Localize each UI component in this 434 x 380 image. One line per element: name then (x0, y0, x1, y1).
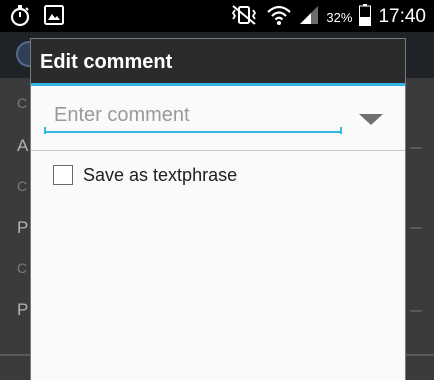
title-accent-line (31, 83, 405, 86)
dialog-title-bar: Edit comment (31, 39, 405, 83)
background-divider (410, 147, 422, 149)
edit-comment-dialog: Edit comment Save as textphrase (30, 38, 406, 380)
comment-dropdown-button[interactable] (353, 107, 389, 131)
background-divider (410, 310, 422, 312)
dialog-divider (31, 150, 405, 151)
stopwatch-icon (10, 5, 30, 31)
save-as-textphrase-label: Save as textphrase (83, 164, 238, 185)
status-bar: 32% 17:40 (0, 0, 434, 32)
signal-icon (299, 5, 319, 29)
dialog-title: Edit comment (40, 51, 173, 73)
save-as-textphrase-checkbox[interactable] (53, 165, 73, 185)
status-right: 32% 17:40 (229, 4, 426, 30)
vibrate-mute-icon (229, 4, 259, 30)
battery-icon (359, 4, 372, 30)
comment-input[interactable] (44, 99, 342, 133)
wifi-icon (266, 4, 292, 30)
status-left-icons (10, 5, 64, 31)
image-icon (44, 5, 64, 31)
caret-down-icon (359, 114, 383, 125)
save-as-textphrase-row[interactable]: Save as textphrase (53, 164, 237, 186)
background-divider (410, 227, 422, 229)
battery-percent: 32% (326, 9, 353, 25)
input-edge-right (340, 127, 342, 134)
input-edge-left (44, 127, 46, 134)
status-time: 17:40 (378, 6, 426, 27)
